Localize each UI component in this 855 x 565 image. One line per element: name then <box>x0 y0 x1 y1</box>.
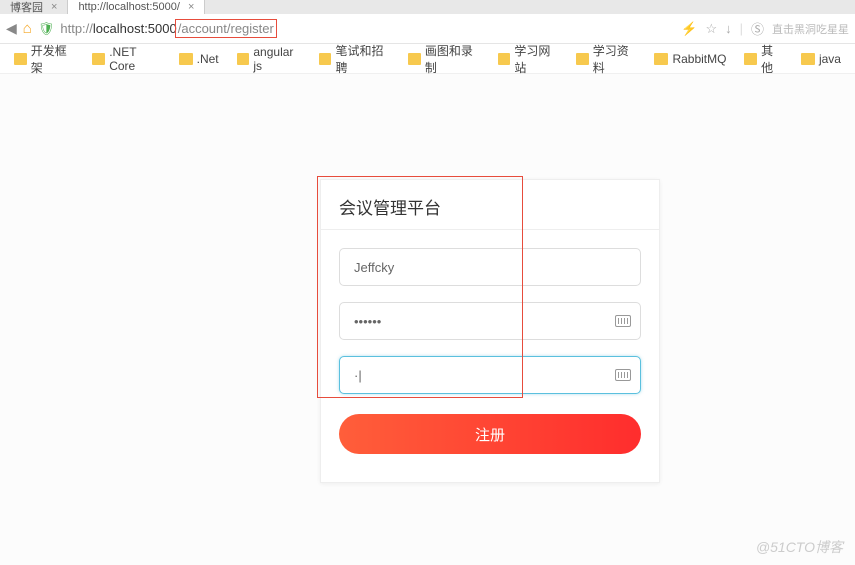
keyboard-icon[interactable] <box>615 315 631 327</box>
folder-icon <box>654 53 668 65</box>
username-wrap <box>339 248 641 286</box>
password-wrap <box>339 302 641 340</box>
folder-icon <box>744 53 757 65</box>
bookmark-label: 学习资料 <box>593 42 637 76</box>
bookmark-item[interactable]: 学习网站 <box>498 42 558 76</box>
bookmark-label: RabbitMQ <box>672 52 726 66</box>
tab-title: 博客园 <box>10 0 43 15</box>
bookmark-item[interactable]: RabbitMQ <box>654 52 726 66</box>
bookmark-item[interactable]: angular js <box>237 45 301 73</box>
right-promo-text: 直击黑洞吃星星 <box>772 21 849 37</box>
bookmark-label: 笔试和招聘 <box>335 42 390 76</box>
bookmark-label: .NET Core <box>109 45 160 73</box>
address-bar-row: ◀ ⌂ 🛡 http:// localhost:5000 /account/re… <box>0 14 855 44</box>
watermark: @51CTO博客 <box>756 537 843 557</box>
bookmark-label: angular js <box>253 45 300 73</box>
bookmark-label: .Net <box>197 52 219 66</box>
folder-icon <box>801 53 815 65</box>
bookmark-item[interactable]: .NET Core <box>92 45 160 73</box>
address-right-controls: ⚡ ☆ ↓ | Ⓢ 直击黑洞吃星星 <box>681 19 849 38</box>
bookmark-item[interactable]: .Net <box>179 52 219 66</box>
folder-icon <box>14 53 27 65</box>
folder-icon <box>237 53 250 65</box>
password-input[interactable] <box>339 302 641 340</box>
bookmark-item[interactable]: 笔试和招聘 <box>319 42 390 76</box>
folder-icon <box>408 53 421 65</box>
s-icon[interactable]: Ⓢ <box>751 19 764 38</box>
bookmarks-bar: 开发框架 .NET Core .Net angular js 笔试和招聘 画图和… <box>0 44 855 74</box>
url-prefix: http:// <box>60 21 93 36</box>
bookmark-item[interactable]: 开发框架 <box>14 42 74 76</box>
bookmark-item[interactable]: 其他 <box>744 42 782 76</box>
folder-icon <box>319 53 332 65</box>
bookmark-item[interactable]: java <box>801 52 841 66</box>
bookmark-item[interactable]: 学习资料 <box>576 42 636 76</box>
folder-icon <box>92 53 105 65</box>
tab-0[interactable]: 博客园 × <box>0 0 68 14</box>
register-button[interactable]: 注册 <box>339 414 641 454</box>
folder-icon <box>498 53 511 65</box>
url-path-highlighted: /account/register <box>175 19 277 38</box>
star-icon[interactable]: ☆ <box>705 21 717 37</box>
download-icon[interactable]: ↓ <box>725 21 732 36</box>
bookmark-item[interactable]: 画图和录制 <box>408 42 479 76</box>
home-icon[interactable]: ⌂ <box>23 20 32 37</box>
card-title: 会议管理平台 <box>321 180 659 230</box>
lightning-icon[interactable]: ⚡ <box>681 21 697 37</box>
keyboard-icon[interactable] <box>615 369 631 381</box>
address-bar[interactable]: http:// localhost:5000 /account/register <box>60 19 675 38</box>
url-host: localhost:5000 <box>93 21 177 36</box>
register-card: 会议管理平台 注册 <box>320 179 660 483</box>
page-content: 会议管理平台 注册 @51CTO博客 <box>0 74 855 565</box>
username-input[interactable] <box>339 248 641 286</box>
browser-tabs: 博客园 × http://localhost:5000/ × <box>0 0 855 14</box>
separator: | <box>740 21 743 36</box>
bookmark-label: 其他 <box>761 42 783 76</box>
back-icon[interactable]: ◀ <box>6 20 17 37</box>
bookmark-label: 学习网站 <box>514 42 558 76</box>
tab-1[interactable]: http://localhost:5000/ × <box>68 0 205 14</box>
confirm-wrap <box>339 356 641 394</box>
close-icon[interactable]: × <box>51 1 57 13</box>
bookmark-label: java <box>819 52 841 66</box>
bookmark-label: 开发框架 <box>31 42 75 76</box>
bookmark-label: 画图和录制 <box>425 42 480 76</box>
tab-title: http://localhost:5000/ <box>78 1 180 13</box>
folder-icon <box>179 53 193 65</box>
shield-icon: 🛡 <box>38 21 55 37</box>
card-body: 注册 <box>321 230 659 454</box>
close-icon[interactable]: × <box>188 1 194 13</box>
folder-icon <box>576 53 589 65</box>
confirm-password-input[interactable] <box>339 356 641 394</box>
